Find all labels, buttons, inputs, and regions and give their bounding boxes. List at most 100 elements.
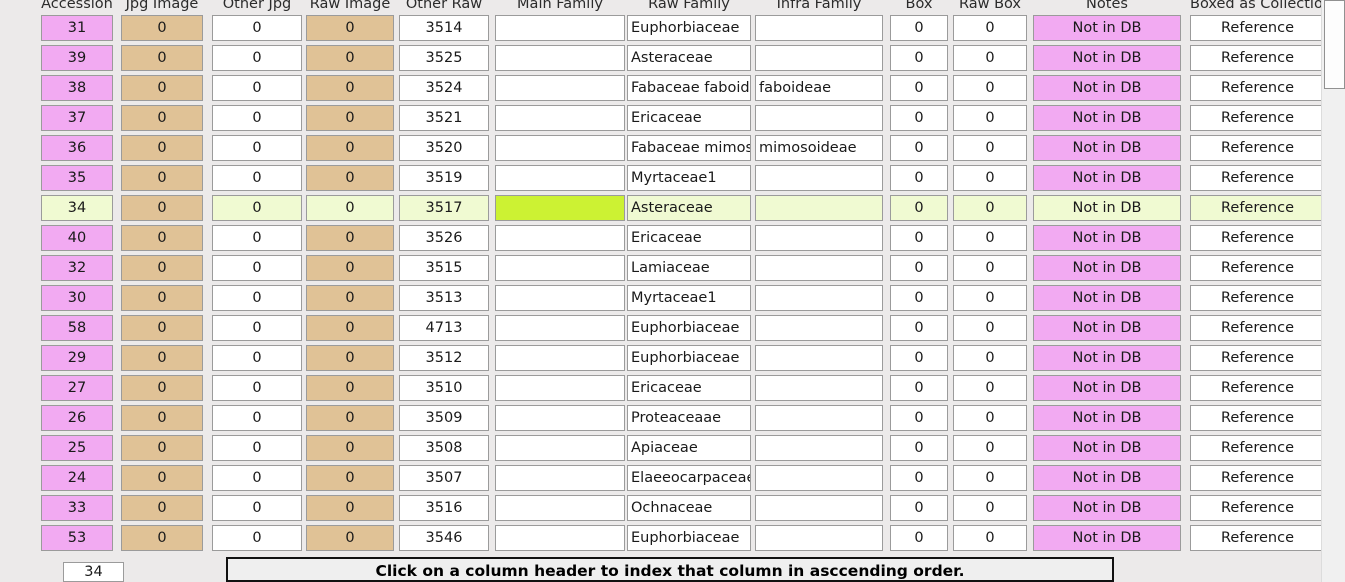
table-row[interactable]: 53 0 0 0 3546 Euphorbiaceae 0 0 Not in DB Referen… [0, 524, 1325, 554]
cell-notes[interactable]: Not in DB [1033, 195, 1181, 221]
cell-accession[interactable]: 30 [41, 285, 113, 311]
cell-other_raw[interactable]: 3512 [399, 345, 489, 371]
cell-raw_family[interactable]: Euphorbiaceae [627, 15, 751, 41]
cell-raw_image[interactable]: 0 [306, 75, 394, 101]
cell-notes[interactable]: Not in DB [1033, 105, 1181, 131]
cell-other_jpg[interactable]: 0 [212, 495, 302, 521]
cell-other_jpg[interactable]: 0 [212, 405, 302, 431]
cell-boxed_as[interactable]: Reference [1190, 285, 1325, 311]
cell-boxed_as[interactable]: Reference [1190, 105, 1325, 131]
cell-jpg_image[interactable]: 0 [121, 285, 203, 311]
vertical-scrollbar-thumb[interactable] [1324, 0, 1345, 89]
cell-accession[interactable]: 34 [41, 195, 113, 221]
cell-infra_family[interactable]: mimosoideae [755, 135, 883, 161]
column-header-other_jpg[interactable]: Other Jpg [212, 0, 302, 14]
cell-notes[interactable]: Not in DB [1033, 165, 1181, 191]
cell-raw_box[interactable]: 0 [953, 75, 1027, 101]
cell-raw_box[interactable]: 0 [953, 285, 1027, 311]
cell-other_jpg[interactable]: 0 [212, 135, 302, 161]
cell-other_raw[interactable]: 3519 [399, 165, 489, 191]
cell-box[interactable]: 0 [890, 525, 948, 551]
cell-raw_box[interactable]: 0 [953, 225, 1027, 251]
cell-raw_box[interactable]: 0 [953, 15, 1027, 41]
cell-boxed_as[interactable]: Reference [1190, 225, 1325, 251]
cell-boxed_as[interactable]: Reference [1190, 255, 1325, 281]
cell-box[interactable]: 0 [890, 465, 948, 491]
table-row[interactable]: 39 0 0 0 3525 Asteraceae 0 0 Not in DB Reference [0, 44, 1325, 74]
cell-other_jpg[interactable]: 0 [212, 345, 302, 371]
cell-boxed_as[interactable]: Reference [1190, 75, 1325, 101]
cell-box[interactable]: 0 [890, 315, 948, 341]
cell-raw_image[interactable]: 0 [306, 225, 394, 251]
cell-raw_box[interactable]: 0 [953, 375, 1027, 401]
cell-raw_image[interactable]: 0 [306, 255, 394, 281]
cell-raw_box[interactable]: 0 [953, 255, 1027, 281]
cell-jpg_image[interactable]: 0 [121, 105, 203, 131]
cell-boxed_as[interactable]: Reference [1190, 435, 1325, 461]
cell-other_jpg[interactable]: 0 [212, 15, 302, 41]
table-row[interactable]: 380003524Fabaceae faboideaefaboideae00No… [0, 74, 1325, 104]
cell-main_family[interactable] [495, 165, 625, 191]
cell-other_raw[interactable]: 3508 [399, 435, 489, 461]
cell-other_jpg[interactable]: 0 [212, 105, 302, 131]
cell-box[interactable]: 0 [890, 345, 948, 371]
column-header-raw_box[interactable]: Raw Box [953, 0, 1027, 14]
cell-notes[interactable]: Not in DB [1033, 345, 1181, 371]
cell-main_family[interactable] [495, 225, 625, 251]
column-header-other_raw[interactable]: Other Raw [399, 0, 489, 14]
cell-raw_box[interactable]: 0 [953, 465, 1027, 491]
cell-box[interactable]: 0 [890, 195, 948, 221]
cell-notes[interactable]: Not in DB [1033, 255, 1181, 281]
cell-accession[interactable]: 29 [41, 345, 113, 371]
cell-accession[interactable]: 40 [41, 225, 113, 251]
cell-boxed_as[interactable]: Reference [1190, 525, 1325, 551]
column-header-row[interactable]: Accession Jpg Image Other Jpg Raw Image Othe… [0, 0, 1325, 14]
cell-main_family[interactable] [495, 495, 625, 521]
cell-raw_image[interactable]: 0 [306, 405, 394, 431]
cell-jpg_image[interactable]: 0 [121, 405, 203, 431]
cell-jpg_image[interactable]: 0 [121, 225, 203, 251]
cell-boxed_as[interactable]: Reference [1190, 315, 1325, 341]
cell-accession[interactable]: 31 [41, 15, 113, 41]
cell-raw_image[interactable]: 0 [306, 495, 394, 521]
table-row[interactable]: 26 0 0 0 3509 Proteaceaae 0 0 Not in DB Reference [0, 404, 1325, 434]
cell-other_raw[interactable]: 3521 [399, 105, 489, 131]
table-row[interactable]: 24 0 0 0 3507 Elaeeocarpaceae 0 0 Not in DB Refer… [0, 464, 1325, 494]
cell-raw_box[interactable]: 0 [953, 525, 1027, 551]
cell-boxed_as[interactable]: Reference [1190, 45, 1325, 71]
cell-accession[interactable]: 26 [41, 405, 113, 431]
cell-notes[interactable]: Not in DB [1033, 435, 1181, 461]
cell-other_jpg[interactable]: 0 [212, 525, 302, 551]
cell-jpg_image[interactable]: 0 [121, 435, 203, 461]
cell-raw_box[interactable]: 0 [953, 45, 1027, 71]
cell-boxed_as[interactable]: Reference [1190, 15, 1325, 41]
cell-raw_family[interactable]: Fabaceae faboideae [627, 75, 751, 101]
cell-box[interactable]: 0 [890, 495, 948, 521]
cell-main_family[interactable] [495, 465, 625, 491]
cell-other_raw[interactable]: 3520 [399, 135, 489, 161]
cell-raw_image[interactable]: 0 [306, 435, 394, 461]
cell-other_raw[interactable]: 3546 [399, 525, 489, 551]
cell-box[interactable]: 0 [890, 15, 948, 41]
cell-boxed_as[interactable]: Reference [1190, 405, 1325, 431]
cell-main_family[interactable] [495, 375, 625, 401]
cell-accession[interactable]: 35 [41, 165, 113, 191]
cell-raw_family[interactable]: Apiaceae [627, 435, 751, 461]
column-header-raw_family[interactable]: Raw Family [627, 0, 751, 14]
cell-box[interactable]: 0 [890, 375, 948, 401]
cell-raw_image[interactable]: 0 [306, 195, 394, 221]
column-header-boxed_as[interactable]: Boxed as Collection [1190, 0, 1325, 14]
cell-notes[interactable]: Not in DB [1033, 465, 1181, 491]
table-row[interactable]: 25 0 0 0 3508 Apiaceae 0 0 Not in DB Reference [0, 434, 1325, 464]
table-row[interactable]: 31 0 0 0 3514 Euphorbiaceae 0 0 Not in DB Referen… [0, 14, 1325, 44]
table-row[interactable]: 30 0 0 0 3513 Myrtaceae1 0 0 Not in DB Reference [0, 284, 1325, 314]
column-header-notes[interactable]: Notes [1033, 0, 1181, 14]
cell-accession[interactable]: 32 [41, 255, 113, 281]
cell-notes[interactable]: Not in DB [1033, 405, 1181, 431]
cell-other_raw[interactable]: 3507 [399, 465, 489, 491]
cell-accession[interactable]: 24 [41, 465, 113, 491]
cell-raw_family[interactable]: Euphorbiaceae [627, 345, 751, 371]
cell-raw_box[interactable]: 0 [953, 105, 1027, 131]
cell-main_family[interactable] [495, 435, 625, 461]
cell-raw_image[interactable]: 0 [306, 375, 394, 401]
